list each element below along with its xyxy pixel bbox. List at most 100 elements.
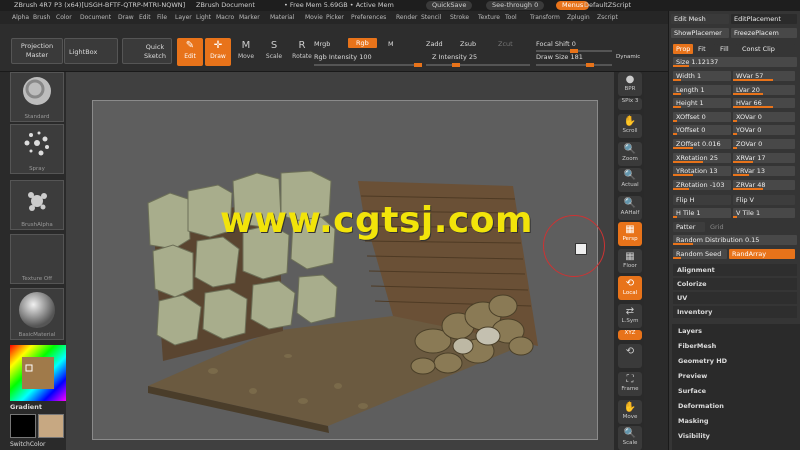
geometry-hd-section[interactable]: Geometry HD bbox=[672, 354, 800, 369]
height-slider[interactable]: Height 1 bbox=[673, 98, 731, 109]
scroll-shelf-button[interactable]: ✋ Scroll bbox=[618, 114, 642, 138]
quicksave-button[interactable]: QuickSave bbox=[426, 1, 473, 10]
z-intensity-track[interactable] bbox=[426, 63, 530, 67]
menu-alpha[interactable]: Alpha bbox=[12, 14, 29, 21]
alignment-section[interactable]: Alignment bbox=[673, 264, 797, 276]
menu-macro[interactable]: Macro bbox=[216, 14, 234, 21]
zcut-button[interactable]: Zcut bbox=[498, 40, 513, 48]
texture-thumbnail[interactable]: Texture Off bbox=[10, 234, 64, 284]
local-shelf-button[interactable]: ⟲ Local bbox=[618, 276, 642, 300]
menu-stroke[interactable]: Stroke bbox=[450, 14, 469, 21]
persp-shelf-button[interactable]: ▦ Persp bbox=[618, 222, 642, 246]
rotate-tool-button[interactable]: R Rotate bbox=[289, 38, 315, 66]
fit-button[interactable]: Fit bbox=[695, 44, 715, 54]
bpr-shelf-button[interactable]: ● BPR bbox=[618, 72, 642, 96]
menu-document[interactable]: Document bbox=[80, 14, 111, 21]
rotate-shelf-button[interactable]: ⟲ bbox=[618, 344, 642, 368]
zadd-button[interactable]: Zadd bbox=[426, 40, 443, 48]
menu-edit[interactable]: Edit bbox=[139, 14, 151, 21]
zoom-shelf-button[interactable]: 🔍 Zoom bbox=[618, 142, 642, 166]
length-slider[interactable]: Length 1 bbox=[673, 84, 731, 95]
color-picker[interactable] bbox=[10, 345, 66, 401]
menu-transform[interactable]: Transform bbox=[530, 14, 560, 21]
flip-h-button[interactable]: Flip H bbox=[673, 195, 731, 205]
menu-tool[interactable]: Tool bbox=[505, 14, 517, 21]
zovar-slider[interactable]: ZOVar 0 bbox=[733, 139, 795, 149]
menu-draw[interactable]: Draw bbox=[118, 14, 134, 21]
mrgb-button[interactable]: Mrgb bbox=[314, 40, 330, 48]
secondary-color-swatch[interactable] bbox=[38, 414, 64, 438]
focal-shift-track[interactable] bbox=[536, 49, 612, 53]
inventory-section[interactable]: Inventory bbox=[673, 306, 797, 318]
gradient-label[interactable]: Gradient bbox=[10, 403, 42, 411]
menu-file[interactable]: File bbox=[157, 14, 167, 21]
switch-color-button[interactable]: SwitchColor bbox=[10, 441, 46, 448]
yrvar-slider[interactable]: YRVar 13 bbox=[733, 166, 795, 177]
floor-shelf-button[interactable]: ▦ Floor bbox=[618, 249, 642, 273]
yrotation-slider[interactable]: YRotation 13 bbox=[673, 166, 731, 177]
zsub-button[interactable]: Zsub bbox=[460, 40, 476, 48]
move-shelf-button[interactable]: ✋ Move bbox=[618, 400, 642, 424]
z-intensity-slider[interactable]: Z Intensity 25 bbox=[432, 53, 477, 61]
width-slider[interactable]: Width 1 bbox=[673, 71, 731, 81]
freeze-placement-button[interactable]: FreezePlacem bbox=[731, 28, 797, 38]
zoffset-slider[interactable]: ZOffset 0.016 bbox=[673, 139, 731, 149]
random-distribution-slider[interactable]: Random Distribution 0.15 bbox=[673, 235, 797, 245]
menu-stencil[interactable]: Stencil bbox=[421, 14, 441, 21]
preview-section[interactable]: Preview bbox=[672, 369, 800, 384]
draw-size-slider[interactable]: Draw Size 181 bbox=[536, 53, 583, 61]
xoffset-slider[interactable]: XOffset 0 bbox=[673, 111, 731, 122]
h-tile-slider[interactable]: H Tile 1 bbox=[673, 208, 731, 218]
draw-size-track[interactable] bbox=[536, 63, 612, 67]
spix-3-shelf-button[interactable]: SPix 3 bbox=[618, 98, 642, 110]
primary-color-swatch[interactable] bbox=[10, 414, 36, 438]
alpha-thumbnail[interactable]: BrushAlpha bbox=[10, 180, 64, 230]
show-placement-button[interactable]: ShowPlacemer bbox=[671, 28, 729, 38]
menu-zplugin[interactable]: Zplugin bbox=[567, 14, 590, 21]
m-button[interactable]: M bbox=[388, 40, 394, 48]
menu-material[interactable]: Material bbox=[270, 14, 294, 21]
uv-section[interactable]: UV bbox=[673, 292, 797, 304]
zrvar-slider[interactable]: ZRVar 48 bbox=[733, 179, 795, 190]
xyz-shelf-button[interactable]: XYZ bbox=[618, 330, 642, 340]
rgb-intensity-track[interactable] bbox=[314, 63, 422, 67]
v-tile-slider[interactable]: V Tile 1 bbox=[733, 208, 795, 218]
masking-section[interactable]: Masking bbox=[672, 414, 800, 429]
menu-picker[interactable]: Picker bbox=[326, 14, 344, 21]
actual-shelf-button[interactable]: 🔍 Actual bbox=[618, 168, 642, 192]
lvar-slider[interactable]: LVar 20 bbox=[733, 84, 795, 95]
brush-thumbnail[interactable]: Standard bbox=[10, 72, 64, 122]
rgb-button[interactable]: Rgb bbox=[348, 38, 377, 48]
menu-movie[interactable]: Movie bbox=[305, 14, 323, 21]
pattern-button[interactable]: Patter bbox=[673, 222, 705, 232]
menu-zscript[interactable]: Zscript bbox=[597, 14, 618, 21]
menu-light[interactable]: Light bbox=[196, 14, 211, 21]
const-clip-button[interactable]: Const Clip bbox=[739, 44, 795, 54]
quick-sketch-button[interactable]: Quick Sketch bbox=[122, 38, 172, 64]
document-canvas[interactable] bbox=[92, 100, 598, 440]
visibility-section[interactable]: Visibility bbox=[672, 429, 800, 444]
layers-section[interactable]: Layers bbox=[672, 324, 800, 339]
dynamic-toggle[interactable]: Dynamic bbox=[616, 54, 640, 60]
menu-marker[interactable]: Marker bbox=[239, 14, 260, 21]
edit-placement-button[interactable]: EditPlacement bbox=[731, 14, 797, 24]
yovar-slider[interactable]: YOVar 0 bbox=[733, 125, 795, 136]
projection-master-button[interactable]: Projection Master bbox=[11, 38, 63, 64]
focal-shift-slider[interactable]: Focal Shift 0 bbox=[536, 40, 576, 48]
wvar-slider[interactable]: WVar 57 bbox=[733, 71, 795, 81]
rand-array-button[interactable]: RandArray bbox=[729, 249, 795, 259]
menu-render[interactable]: Render bbox=[396, 14, 417, 21]
menu-preferences[interactable]: Preferences bbox=[351, 14, 386, 21]
zrotation-slider[interactable]: ZRotation -103 bbox=[673, 179, 731, 190]
scale-tool-button[interactable]: S Scale bbox=[261, 38, 287, 66]
xrotation-slider[interactable]: XRotation 25 bbox=[673, 152, 731, 163]
size-slider[interactable]: Size 1.12137 bbox=[673, 57, 797, 67]
grid-button[interactable]: Grid bbox=[707, 222, 737, 232]
edit-tool-button[interactable]: ✎ Edit bbox=[177, 38, 203, 66]
menu-texture[interactable]: Texture bbox=[478, 14, 500, 21]
stroke-thumbnail[interactable]: Spray bbox=[10, 124, 64, 174]
default-zscript-button[interactable]: DefaultZScript bbox=[584, 1, 631, 9]
menu-layer[interactable]: Layer bbox=[175, 14, 192, 21]
xovar-slider[interactable]: XOVar 0 bbox=[733, 111, 795, 122]
lightbox-button[interactable]: LightBox bbox=[64, 38, 118, 64]
